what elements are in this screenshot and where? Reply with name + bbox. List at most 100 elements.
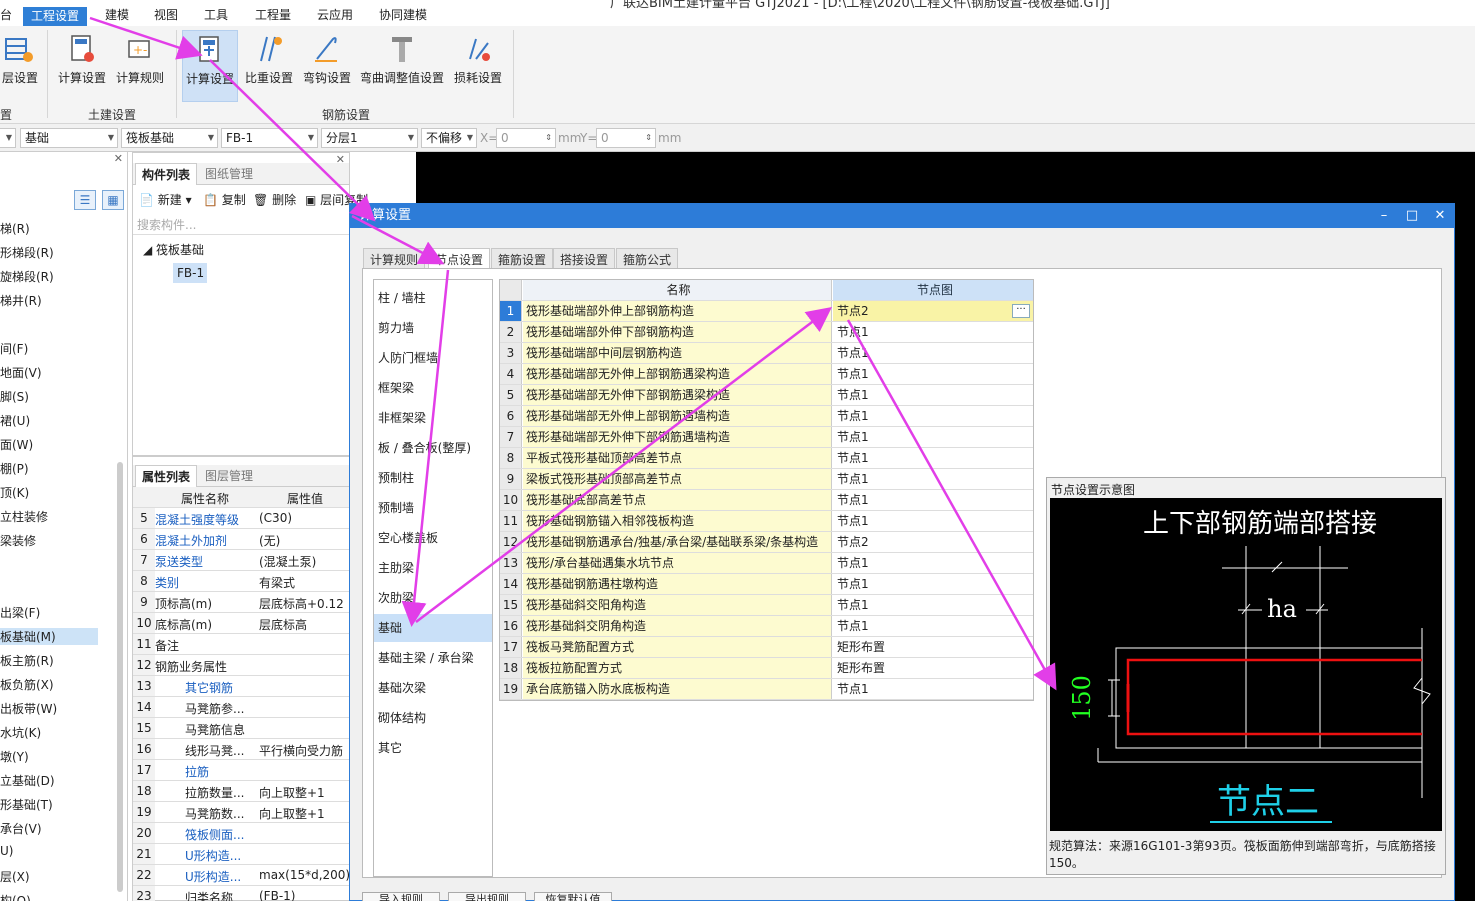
nav-item[interactable]: 地面(V)	[0, 364, 42, 381]
x-input[interactable]: 0 ⇕	[496, 128, 556, 148]
property-row[interactable]: 9 顶标高(m) 层底标高+0.12	[133, 592, 349, 613]
grid-row[interactable]: 3 筏形基础端部中间层钢筋构造 节点1	[500, 343, 1033, 364]
tab-drawing-management[interactable]: 图纸管理	[199, 163, 259, 185]
nav-item[interactable]: 板负筋(X)	[0, 676, 54, 693]
maximize-icon[interactable]: □	[1398, 204, 1426, 228]
property-row[interactable]: 20 筏板侧面...	[133, 823, 349, 844]
minimize-icon[interactable]: –	[1370, 204, 1398, 228]
grid-row[interactable]: 8 平板式筏形基础顶部高差节点 节点1	[500, 448, 1033, 469]
category-item[interactable]: 板 / 叠合板(整厚)	[374, 434, 492, 462]
close-icon[interactable]: ✕	[114, 152, 123, 165]
combo-category[interactable]: 基础 ▼	[20, 128, 118, 148]
property-row[interactable]: 14 马凳筋参...	[133, 697, 349, 718]
property-row[interactable]: 17 拉筋	[133, 760, 349, 781]
grid-row[interactable]: 5 筏形基础端部无外伸下部钢筋遇梁构造 节点1	[500, 385, 1033, 406]
import-rules-button[interactable]: 导入规则	[362, 892, 440, 901]
restore-defaults-button[interactable]: 恢复默认值	[534, 892, 612, 901]
menu-item-view[interactable]: 视图	[154, 6, 178, 24]
nav-item[interactable]: 立基础(D)	[0, 772, 55, 789]
category-item[interactable]: 柱 / 墙柱	[374, 284, 492, 312]
nav-item[interactable]: U)	[0, 844, 13, 858]
property-value[interactable]: (C30)	[259, 511, 292, 525]
nav-item[interactable]: 板主筋(R)	[0, 652, 54, 669]
property-value[interactable]: 层底标高	[259, 616, 307, 633]
grid-row[interactable]: 1 筏形基础端部外伸上部钢筋构造 节点2 ···	[500, 301, 1033, 322]
grid-row[interactable]: 9 梁板式筏形基础顶部高差节点 节点1	[500, 469, 1033, 490]
category-item[interactable]: 剪力墙	[374, 314, 492, 342]
copy-button[interactable]: 📋 复制	[203, 191, 246, 208]
floor-settings-button[interactable]: 层设置	[0, 30, 40, 96]
property-row[interactable]: 16 线形马凳... 平行横向受力筋	[133, 739, 349, 760]
nav-item[interactable]: 形梯段(R)	[0, 244, 54, 261]
nav-item[interactable]: 层(X)	[0, 868, 30, 885]
property-row[interactable]: 5 混凝土强度等级 (C30)	[133, 508, 349, 529]
grid-row[interactable]: 17 筏板马凳筋配置方式 矩形布置	[500, 637, 1033, 658]
node-value[interactable]: 节点1	[833, 616, 1033, 636]
grid-row[interactable]: 12 筏形基础钢筋遇承台/独基/承台梁/基础联系梁/条基构造 节点2	[500, 532, 1033, 553]
nav-item[interactable]: 面(W)	[0, 436, 33, 453]
new-button[interactable]: 📄 新建 ▾	[139, 191, 192, 208]
nav-item[interactable]: 梯井(R)	[0, 292, 42, 309]
tab-component-list[interactable]: 构件列表	[135, 163, 198, 185]
grid-row[interactable]: 14 筏形基础钢筋遇柱墩构造 节点1	[500, 574, 1033, 595]
civil-calc-settings-button[interactable]: 计算设置	[55, 30, 109, 96]
nav-item[interactable]: 构(Q)	[0, 892, 31, 901]
node-value[interactable]: 节点1	[833, 490, 1033, 510]
grid-row[interactable]: 11 筏形基础钢筋锚入相邻筏板构造 节点1	[500, 511, 1033, 532]
node-value[interactable]: 矩形布置	[833, 658, 1033, 678]
menu-item-0[interactable]: 台	[0, 6, 12, 24]
ellipsis-button[interactable]: ···	[1012, 304, 1030, 318]
category-item[interactable]: 次肋梁	[374, 584, 492, 612]
node-value[interactable]: 节点1	[833, 511, 1033, 531]
nav-item[interactable]: 形基础(T)	[0, 796, 53, 813]
menu-item-modeling[interactable]: 建模	[105, 6, 129, 24]
nav-item[interactable]: 梯(R)	[0, 220, 30, 237]
category-item[interactable]: 预制柱	[374, 464, 492, 492]
property-value[interactable]: 层底标高+0.12	[259, 595, 344, 612]
close-icon[interactable]: ✕	[1426, 204, 1454, 228]
combo-layer[interactable]: 分层1 ▼	[321, 128, 418, 148]
property-row[interactable]: 15 马凳筋信息	[133, 718, 349, 739]
tab-layer-management[interactable]: 图层管理	[199, 465, 259, 487]
weight-settings-button[interactable]: 比重设置	[242, 30, 296, 96]
nav-item[interactable]: 墩(Y)	[0, 748, 29, 765]
grid-row[interactable]: 7 筏形基础端部无外伸下部钢筋遇墙构造 节点1	[500, 427, 1033, 448]
combo-floor-type[interactable]: ▼	[0, 128, 16, 148]
nav-item[interactable]: 水坑(K)	[0, 724, 41, 741]
tab-property-list[interactable]: 属性列表	[135, 465, 198, 487]
export-rules-button[interactable]: 导出规则	[448, 892, 526, 901]
nav-item[interactable]: 旋梯段(R)	[0, 268, 54, 285]
category-item[interactable]: 框架梁	[374, 374, 492, 402]
property-value[interactable]: 向上取整+1	[259, 784, 325, 801]
node-value[interactable]: 节点1	[833, 469, 1033, 489]
property-row[interactable]: 19 马凳筋数... 向上取整+1	[133, 802, 349, 823]
menu-item-tools[interactable]: 工具	[204, 6, 228, 24]
node-value[interactable]: 节点1	[833, 343, 1033, 363]
loss-settings-button[interactable]: 损耗设置	[450, 30, 506, 96]
combo-offset[interactable]: 不偏移 ▼	[421, 128, 477, 148]
grid-row[interactable]: 4 筏形基础端部无外伸上部钢筋遇梁构造 节点1	[500, 364, 1033, 385]
menu-item-collab[interactable]: 协同建模	[379, 6, 427, 24]
category-item[interactable]: 空心楼盖板	[374, 524, 492, 552]
property-row[interactable]: 13 其它钢筋	[133, 676, 349, 697]
menu-item-quantities[interactable]: 工程量	[255, 6, 291, 24]
category-item[interactable]: 主肋梁	[374, 554, 492, 582]
property-row[interactable]: 7 泵送类型 (混凝土泵)	[133, 550, 349, 571]
node-value[interactable]: 节点1	[833, 553, 1033, 573]
node-value[interactable]: 节点1	[833, 364, 1033, 384]
category-item[interactable]: 人防门框墙	[374, 344, 492, 372]
nav-item[interactable]: 出板带(W)	[0, 700, 57, 717]
grid-view-icon[interactable]: ▦	[102, 190, 124, 210]
combo-component[interactable]: FB-1 ▼	[221, 128, 318, 148]
tree-root[interactable]: ◢ 筏板基础	[143, 241, 204, 258]
node-value[interactable]: 节点2 ···	[833, 301, 1033, 321]
menu-item-cloud[interactable]: 云应用	[317, 6, 353, 24]
nav-item[interactable]: 脚(S)	[0, 388, 29, 405]
nav-item[interactable]: 棚(P)	[0, 460, 29, 477]
node-value[interactable]: 矩形布置	[833, 637, 1033, 657]
property-value[interactable]: 有梁式	[259, 574, 295, 591]
property-value[interactable]: max(15*d,200)	[259, 868, 350, 882]
node-value[interactable]: 节点1	[833, 679, 1033, 699]
property-value[interactable]: 平行横向受力筋	[259, 742, 343, 759]
nav-item[interactable]: 出梁(F)	[0, 604, 40, 621]
